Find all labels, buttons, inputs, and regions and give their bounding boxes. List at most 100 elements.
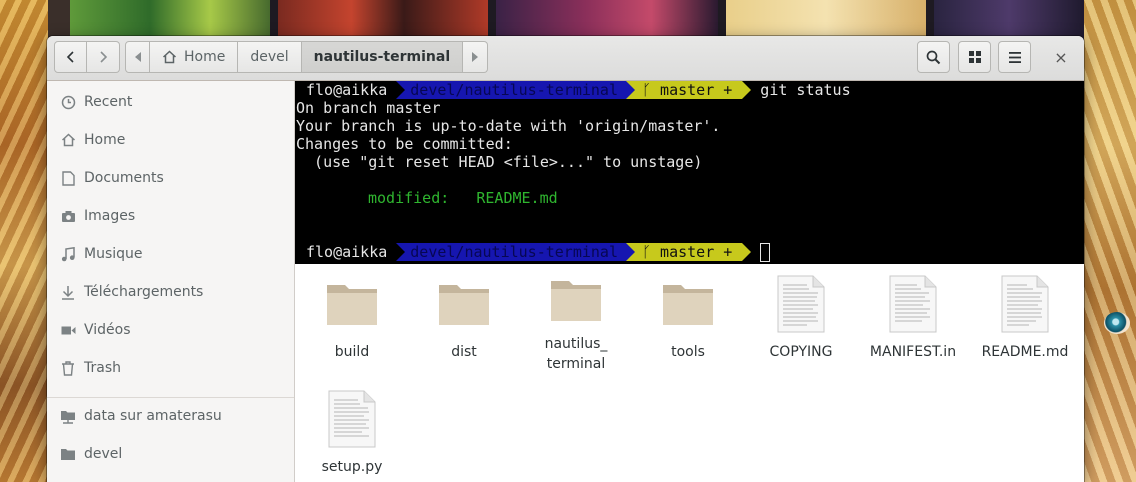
sidebar: Recent Home Documents Images Musique Tél… [47,81,295,482]
sidebar-item-videos[interactable]: Vidéos [47,311,294,349]
terminal-prompt: flo@aikka devel/nautilus-terminal ᚴ mast… [295,242,771,262]
prompt-git-segment: ᚴ master + [626,81,743,99]
prompt-end-arrow [742,243,752,261]
video-icon [60,322,76,338]
folder-icon [324,274,380,334]
file-item-setup-py[interactable]: setup.py [297,379,407,482]
headerbar: Home devel nautilus-terminal × [47,36,1084,81]
file-name: nautilus_ terminal [544,336,608,372]
prompt-user: flo@aikka [295,81,397,99]
file-item-manifest[interactable]: MANIFEST.in [858,264,968,374]
prompt-directory: devel/nautilus-terminal [396,243,626,261]
file-name: tools [671,344,705,360]
file-name: setup.py [321,459,383,475]
camera-icon [60,208,76,224]
wallpaper-tile [278,0,488,40]
clock-icon [60,94,76,110]
file-name: MANIFEST.in [869,344,957,360]
file-item-readme[interactable]: README.md [970,264,1080,374]
terminal-command: git status [760,81,851,99]
prompt-dirty-flag: + [723,81,733,99]
view-mode-button[interactable] [958,41,991,73]
wallpaper-tile [496,0,718,40]
modified-label: modified: [368,189,450,207]
chevron-left-icon [66,51,74,63]
breadcrumb-home[interactable]: Home [150,41,239,73]
menu-button[interactable] [998,41,1031,73]
text-file-icon [997,274,1053,334]
file-item-dist[interactable]: dist [409,264,519,374]
wallpaper-tile [48,0,70,40]
sidebar-item-label: devel [84,446,123,462]
close-icon: × [1054,47,1068,67]
branch-icon: ᚴ [642,81,652,99]
branch-icon: ᚴ [642,243,652,261]
hamburger-menu-icon [1008,51,1021,63]
sidebar-item-data-sur-amaterasu[interactable]: data sur amaterasu [47,397,294,435]
file-grid: build dist nautilus_ terminal tools COPY… [295,264,1084,482]
home-icon [60,132,76,148]
file-item-copying[interactable]: COPYING [746,264,856,374]
terminal-output-line: On branch master [296,99,441,117]
sidebar-item-home[interactable]: Home [47,121,294,159]
network-folder-icon [60,408,76,424]
modified-file: README.md [476,189,558,207]
sidebar-item-musique[interactable]: Musique [47,235,294,273]
sidebar-item-label: data sur amaterasu [84,408,222,424]
sidebar-item-telechargements[interactable]: Téléchargements [47,273,294,311]
file-name: dist [451,344,477,360]
home-icon [162,50,177,64]
text-file-icon [773,274,829,334]
sidebar-item-documents[interactable]: Documents [47,159,294,197]
sidebar-item-label: Trash [84,360,121,376]
file-name: README.md [981,344,1069,360]
wallpaper-tile [726,0,926,40]
breadcrumb-label: Home [184,49,226,65]
folder-icon [60,446,76,462]
download-icon [60,284,76,300]
wallpaper-tile [934,0,1084,40]
sidebar-item-label: Documents [84,170,164,186]
sidebar-item-label: Images [84,208,136,224]
grid-view-icon [968,51,981,63]
wallpaper-eye [1104,312,1130,334]
file-name: build [334,344,370,360]
breadcrumb-devel[interactable]: devel [238,41,302,73]
close-window-button[interactable]: × [1045,41,1077,73]
prompt-user: flo@aikka [295,243,397,261]
prompt-git-segment: ᚴ master + [626,243,743,261]
sidebar-item-label: Home [84,132,126,148]
sidebar-item-label: Musique [84,246,143,262]
prompt-dirty-flag: + [723,243,733,261]
forward-button[interactable] [87,41,120,73]
navigation-buttons [54,41,120,73]
back-button[interactable] [54,41,87,73]
folder-icon [436,274,492,334]
triangle-right-icon [472,52,479,62]
sidebar-item-images[interactable]: Images [47,197,294,235]
file-item-nautilus-terminal[interactable]: nautilus_ terminal [521,264,631,374]
sidebar-item-recent[interactable]: Recent [47,83,294,121]
file-item-build[interactable]: build [297,264,407,374]
terminal-output-line: Changes to be committed: [296,135,513,153]
document-icon [60,170,76,186]
text-file-icon [885,274,941,334]
search-button[interactable] [917,41,950,73]
file-item-tools[interactable]: tools [633,264,743,374]
music-icon [60,246,76,262]
trash-icon [60,360,76,376]
prompt-end-arrow [742,81,752,99]
sidebar-item-devel[interactable]: devel [47,435,294,473]
chevron-right-icon [100,51,108,63]
prompt-branch: master [660,81,715,99]
text-file-icon [324,389,380,449]
sidebar-item-trash[interactable]: Trash [47,349,294,387]
terminal-cursor [760,242,771,262]
embedded-terminal[interactable]: flo@aikka devel/nautilus-terminal ᚴ mast… [295,81,1084,264]
path-scroll-left-button[interactable] [125,41,150,73]
terminal-output-line: (use "git reset HEAD <file>..." to unsta… [296,153,703,171]
prompt-branch: master [660,243,715,261]
breadcrumb-current[interactable]: nautilus-terminal [301,41,464,73]
path-scroll-right-button[interactable] [463,41,489,73]
path-bar: Home devel nautilus-terminal [125,41,489,73]
